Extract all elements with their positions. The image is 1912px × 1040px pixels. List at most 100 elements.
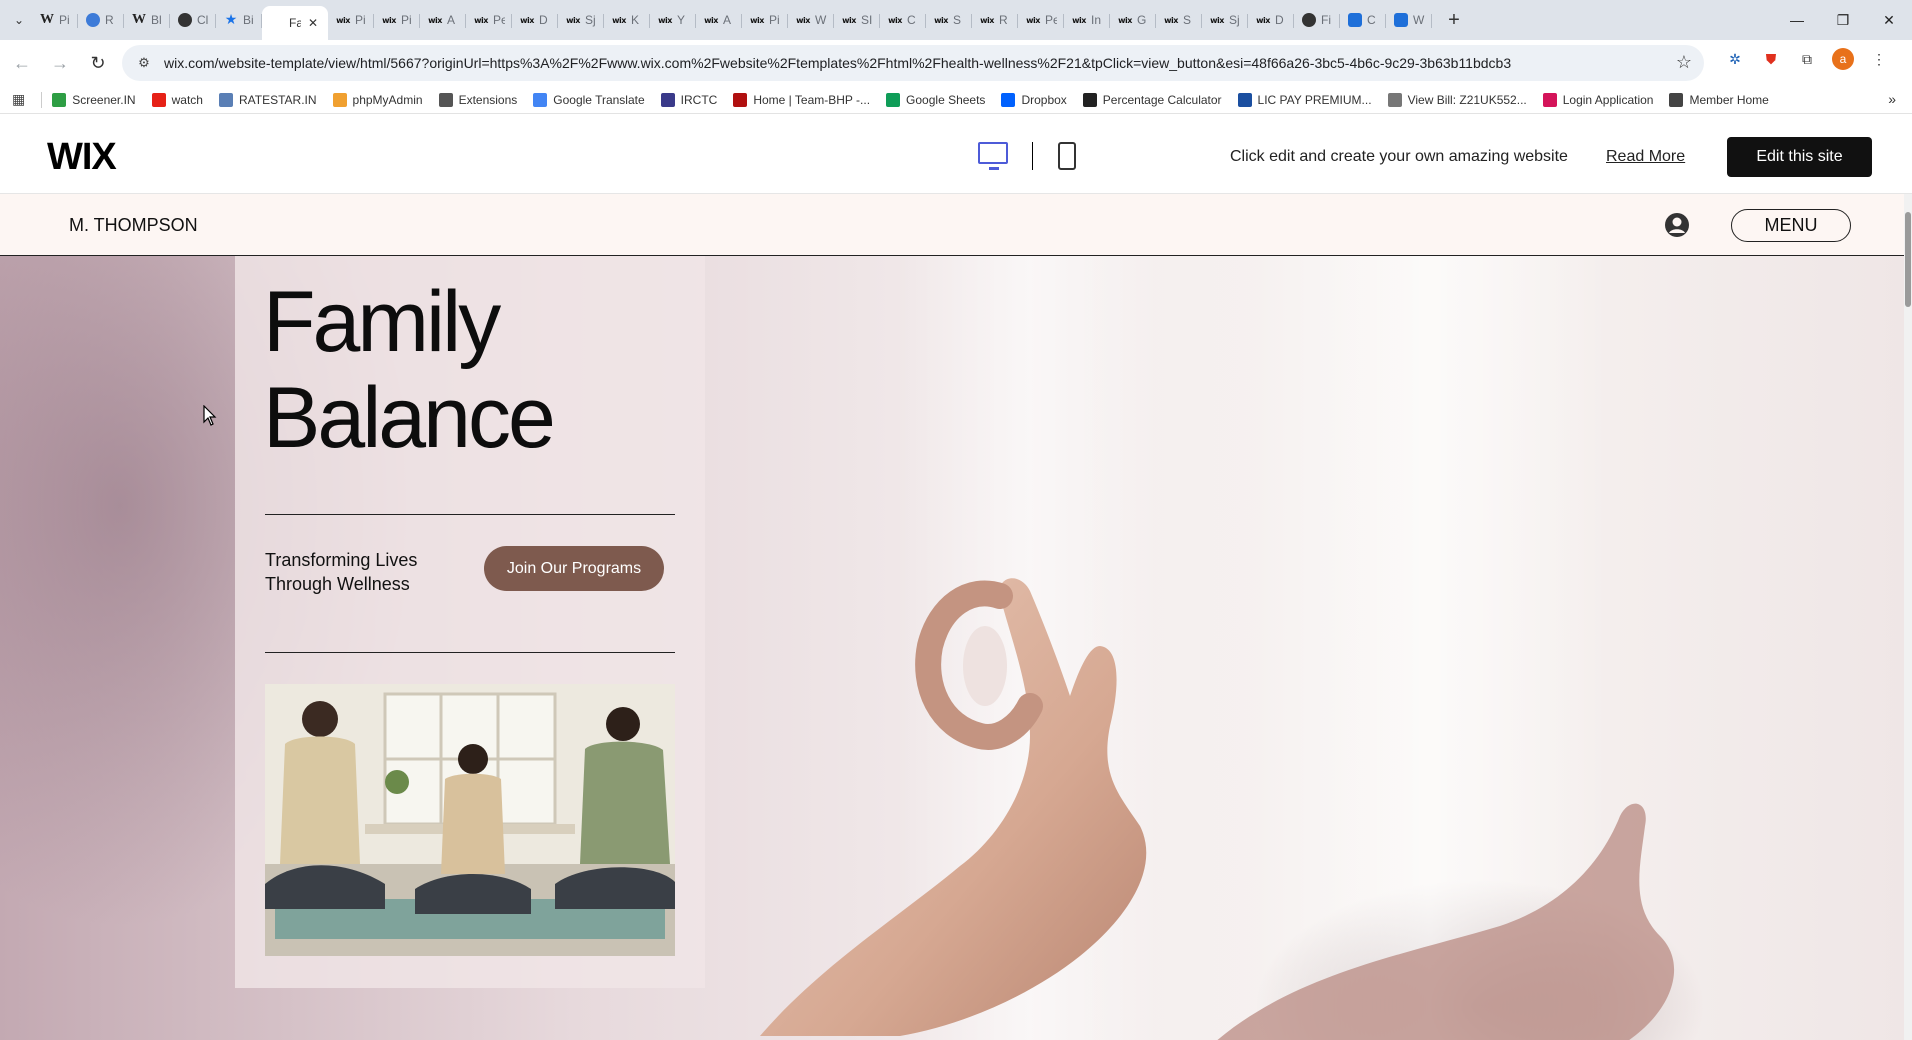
wix-logo[interactable]: WIX — [47, 136, 117, 179]
edit-this-site-button[interactable]: Edit this site — [1727, 137, 1872, 177]
bookmark-item[interactable]: Percentage Calculator — [1082, 92, 1222, 107]
restore-button[interactable]: ❐ — [1820, 0, 1866, 40]
extensions-puzzle-icon[interactable]: ⧉ — [1796, 48, 1818, 70]
tab[interactable]: wix Sj — [558, 5, 604, 35]
bookmark-label: phpMyAdmin — [352, 92, 423, 107]
tab[interactable]: wix Sj — [1202, 5, 1248, 35]
tab[interactable]: W Bl — [124, 5, 170, 35]
tab-title: Pe — [1045, 13, 1057, 27]
more-bookmarks-icon[interactable]: » — [1888, 91, 1896, 107]
tab[interactable]: wix Pe — [1018, 5, 1064, 35]
tab-favicon-icon — [86, 13, 100, 27]
bookmark-item[interactable]: View Bill: Z21UK552... — [1387, 92, 1527, 107]
tab[interactable]: wix Pi — [742, 5, 788, 35]
tab-title: Pi — [401, 13, 412, 27]
tab-close-icon[interactable]: ✕ — [308, 16, 318, 30]
tab[interactable]: R — [78, 5, 124, 35]
bookmark-label: watch — [171, 92, 203, 107]
tab[interactable]: wix Pe — [466, 5, 512, 35]
tab[interactable]: wix Pi — [374, 5, 420, 35]
tab[interactable]: Fi — [1294, 5, 1340, 35]
minimize-button[interactable]: — — [1774, 0, 1820, 40]
bookmark-item[interactable]: watch — [151, 92, 203, 107]
tab[interactable]: W Pi — [32, 5, 78, 35]
bookmark-item[interactable]: Dropbox — [1001, 92, 1067, 107]
profile-avatar[interactable]: a — [1832, 48, 1854, 70]
tab-favicon-icon: wix — [1210, 15, 1224, 25]
bookmark-item[interactable]: Extensions — [438, 92, 517, 107]
tab[interactable]: wix D — [1248, 5, 1294, 35]
bookmark-item[interactable]: Google Translate — [533, 92, 645, 107]
tab[interactable]: Cl — [170, 5, 216, 35]
url-text[interactable]: wix.com/website-template/view/html/5667?… — [164, 55, 1634, 71]
bookmarks-bar: ▦ Screener.IN watch RATESTAR.IN phpMyAdmin E… — [0, 86, 1912, 114]
tab-search-chevron-icon[interactable]: ⌄ — [6, 6, 32, 34]
tab[interactable]: wix W — [788, 5, 834, 35]
tab-title: D — [1275, 13, 1284, 27]
bookmark-item[interactable]: Screener.IN — [52, 92, 136, 107]
bookmark-item[interactable]: RATESTAR.IN — [218, 92, 317, 107]
tab-favicon-icon — [1302, 13, 1316, 27]
back-button[interactable]: ← — [6, 47, 38, 79]
browser-menu-icon[interactable]: ⋮ — [1868, 48, 1890, 70]
address-bar[interactable]: ⚙ wix.com/website-template/view/html/566… — [122, 45, 1704, 81]
tab[interactable]: wix K — [604, 5, 650, 35]
scrollbar-thumb[interactable] — [1905, 212, 1911, 307]
tab-title: G — [1137, 13, 1147, 27]
hero-title-line: Balance — [263, 370, 556, 466]
site-info-icon[interactable]: ⚙ — [134, 53, 154, 73]
hero-title: Family Balance — [263, 274, 683, 466]
apps-grid-icon[interactable]: ▦ — [12, 91, 25, 108]
bookmark-item[interactable]: Google Sheets — [886, 92, 985, 107]
tab[interactable]: wix SI — [834, 5, 880, 35]
tab[interactable]: wix Pi — [328, 5, 374, 35]
join-programs-button[interactable]: Join Our Programs — [484, 546, 664, 591]
bookmark-item[interactable]: Home | Team-BHP -... — [733, 92, 870, 107]
tab[interactable]: wix R — [972, 5, 1018, 35]
tab-favicon-icon: wix — [750, 15, 764, 25]
tab[interactable]: wix A — [696, 5, 742, 35]
bookmark-item[interactable]: phpMyAdmin — [332, 92, 423, 107]
site-brand[interactable]: M. THOMPSON — [69, 215, 198, 236]
read-more-link[interactable]: Read More — [1606, 148, 1685, 166]
bookmark-item[interactable]: Login Application — [1542, 92, 1653, 107]
tab[interactable]: wix Y — [650, 5, 696, 35]
mobile-view-icon[interactable] — [1058, 142, 1076, 170]
site-header: M. THOMPSON MENU — [0, 194, 1912, 256]
extension-globe-icon[interactable]: ✲ — [1724, 48, 1746, 70]
tab[interactable]: wix S — [926, 5, 972, 35]
extension-shield-icon[interactable]: ⛊ — [1760, 48, 1782, 70]
tab[interactable]: wix In — [1064, 5, 1110, 35]
tab[interactable]: wix S — [1156, 5, 1202, 35]
tab[interactable]: wix G — [1110, 5, 1156, 35]
account-icon[interactable] — [1664, 212, 1690, 238]
tab[interactable]: W — [1386, 5, 1432, 35]
forward-button[interactable]: → — [44, 47, 76, 79]
tab-favicon-icon: wix — [1256, 15, 1270, 25]
bookmark-favicon-icon — [733, 92, 748, 107]
tab[interactable]: C — [1340, 5, 1386, 35]
reload-button[interactable]: ↻ — [82, 47, 114, 79]
close-window-button[interactable]: ✕ — [1866, 0, 1912, 40]
hero-tagline: Transforming Lives Through Wellness — [265, 550, 418, 594]
tab-active[interactable]: Fa ✕ — [262, 6, 328, 40]
tab-favicon-icon: wix — [842, 15, 856, 25]
bookmark-favicon-icon — [1387, 92, 1402, 107]
tab-title: D — [539, 13, 548, 27]
tab[interactable]: wix A — [420, 5, 466, 35]
tab[interactable]: ★ Bi — [216, 5, 262, 35]
bookmark-item[interactable]: Member Home — [1669, 92, 1769, 107]
bookmark-favicon-icon — [151, 92, 166, 107]
bookmark-item[interactable]: IRCTC — [660, 92, 717, 107]
desktop-view-icon[interactable] — [978, 142, 1008, 170]
tab-title: In — [1091, 13, 1102, 27]
bookmark-item[interactable]: LIC PAY PREMIUM... — [1237, 92, 1372, 107]
device-divider — [1032, 142, 1033, 170]
tab[interactable]: wix C — [880, 5, 926, 35]
tab-favicon-icon: wix — [934, 15, 948, 25]
new-tab-button[interactable]: + — [1440, 6, 1468, 34]
menu-button[interactable]: MENU — [1731, 209, 1851, 242]
tab[interactable]: wix D — [512, 5, 558, 35]
bookmark-star-icon[interactable]: ☆ — [1676, 52, 1692, 73]
page-scrollbar[interactable] — [1904, 194, 1912, 1040]
